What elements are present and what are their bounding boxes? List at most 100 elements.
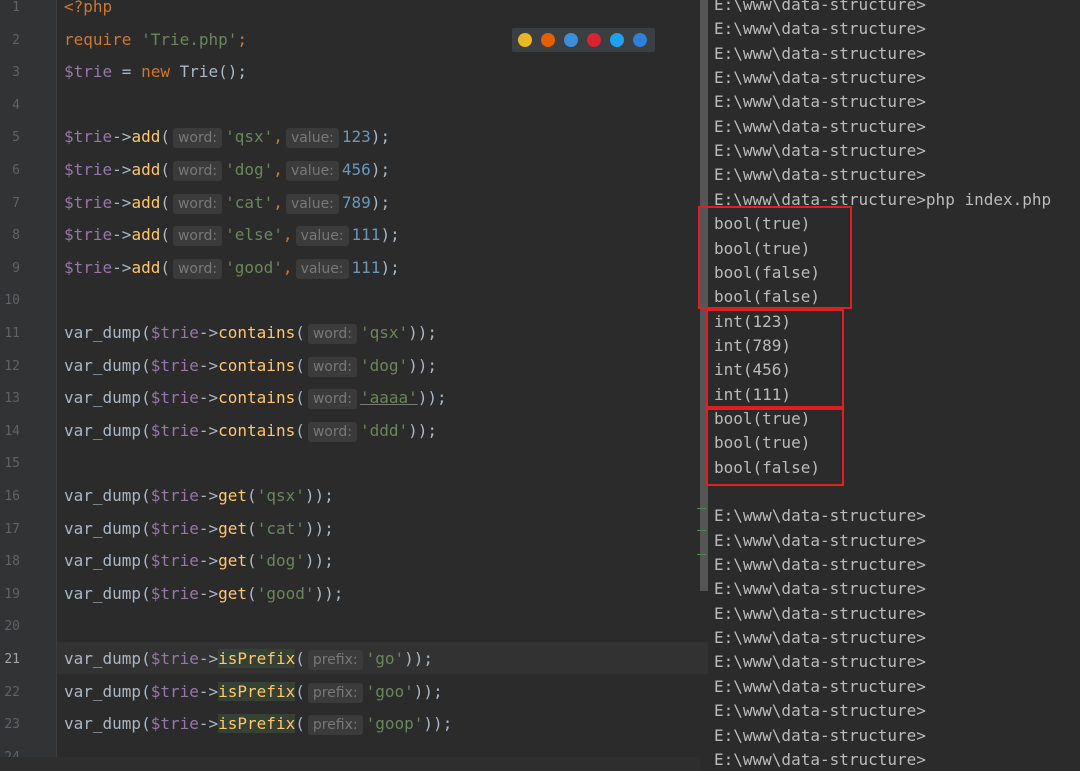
code-token: ( bbox=[141, 355, 151, 375]
code-token: $trie bbox=[150, 681, 199, 701]
code-token: var_dump bbox=[64, 649, 142, 668]
terminal-line: E:\www\data-structure> bbox=[714, 530, 926, 550]
code-token: ( bbox=[295, 681, 305, 701]
line-number: 16 bbox=[4, 489, 20, 504]
code-token: )); bbox=[304, 518, 334, 538]
line-number: 21 bbox=[4, 652, 20, 667]
parameter-hint: word: bbox=[307, 389, 357, 410]
code-token: var_dump bbox=[64, 323, 142, 342]
code-token: 'goo' bbox=[365, 681, 414, 701]
change-marker bbox=[697, 508, 706, 509]
code-token: var_dump bbox=[64, 681, 142, 701]
code-token: 'dog' bbox=[225, 160, 274, 179]
terminal-line: E:\www\data-structure> bbox=[714, 579, 926, 599]
code-line: $trie->add(word:'cat', value: 789); bbox=[64, 193, 390, 214]
line-number: 11 bbox=[4, 326, 20, 341]
terminal-panel[interactable]: E:\www\data-structure> E:\www\data-struct… bbox=[698, 0, 1080, 771]
code-token: $trie bbox=[150, 323, 199, 342]
code-token: $trie bbox=[64, 62, 113, 82]
code-token: ( bbox=[160, 257, 170, 277]
code-token: ( bbox=[141, 551, 151, 571]
terminal-line: E:\www\data-structure> bbox=[714, 19, 926, 39]
code-token: ( bbox=[141, 518, 151, 538]
code-token: ( bbox=[141, 583, 151, 603]
code-token: ( bbox=[247, 518, 257, 538]
terminal-line: E:\www\data-structure> bbox=[714, 628, 926, 648]
line-number: 10 bbox=[4, 293, 20, 309]
code-token: ( bbox=[160, 192, 170, 212]
opera-icon[interactable] bbox=[587, 33, 601, 47]
code-line: var_dump($trie->get('qsx')); bbox=[64, 486, 334, 506]
line-number: 12 bbox=[4, 358, 20, 374]
code-line: var_dump($trie->isPrefix(prefix:'go')); bbox=[64, 649, 433, 670]
method-name: get bbox=[218, 551, 248, 571]
parameter-hint: word: bbox=[307, 356, 357, 377]
line-number: 3 bbox=[12, 65, 20, 81]
line-number-gutter: 123456789101112131415161718192021222324 bbox=[0, 0, 56, 771]
code-token: , bbox=[282, 225, 293, 245]
ie-icon[interactable] bbox=[610, 33, 624, 47]
code-line: require 'Trie.php'; bbox=[64, 30, 247, 50]
method-name: contains bbox=[218, 355, 296, 375]
code-token: -> bbox=[198, 551, 219, 571]
code-line: var_dump($trie->isPrefix(prefix:'goop'))… bbox=[64, 714, 453, 736]
code-line: var_dump($trie->contains(word:'ddd')); bbox=[64, 421, 437, 442]
code-token: ( bbox=[295, 714, 305, 734]
terminal-line: E:\www\data-structure> bbox=[714, 116, 926, 136]
code-token: -> bbox=[198, 323, 219, 342]
code-line: var_dump($trie->get('dog')); bbox=[64, 551, 334, 571]
safari-icon[interactable] bbox=[564, 33, 578, 47]
code-token: )); bbox=[413, 681, 443, 701]
line-number: 6 bbox=[12, 163, 20, 178]
code-line: var_dump($trie->isPrefix(prefix:'goo')); bbox=[64, 681, 443, 703]
line-number: 17 bbox=[4, 521, 20, 537]
code-token: $trie bbox=[64, 225, 113, 245]
code-token: ( bbox=[141, 486, 151, 505]
terminal-line: E:\www\data-structure> bbox=[714, 652, 926, 672]
parameter-hint: word: bbox=[172, 193, 223, 214]
method-name: get bbox=[218, 518, 248, 538]
code-token: $trie bbox=[64, 192, 113, 212]
code-token: )); bbox=[423, 714, 453, 734]
highlight-box-get bbox=[706, 309, 844, 408]
code-token: ( bbox=[141, 420, 151, 440]
code-token: ; bbox=[237, 29, 248, 49]
code-line: $trie = new Trie(); bbox=[64, 62, 247, 82]
code-token: ); bbox=[380, 225, 400, 245]
code-token: ( bbox=[141, 388, 151, 408]
code-line: var_dump($trie->contains(word:'qsx')); bbox=[64, 323, 437, 344]
parameter-hint: word: bbox=[307, 324, 357, 344]
code-token: $trie bbox=[150, 714, 199, 734]
parameter-hint: word: bbox=[172, 226, 223, 247]
code-line: var_dump($trie->get('cat')); bbox=[64, 519, 334, 539]
code-token: 'good' bbox=[256, 583, 315, 603]
line-number: 15 bbox=[4, 456, 20, 472]
parameter-hint: word: bbox=[307, 421, 357, 442]
line-number: 22 bbox=[4, 684, 20, 700]
code-token: 111 bbox=[351, 257, 381, 277]
code-token: var_dump bbox=[64, 551, 142, 571]
edge-icon[interactable] bbox=[633, 33, 647, 47]
code-token: 'Trie.php' bbox=[141, 29, 238, 49]
code-token: 'qsx' bbox=[256, 486, 305, 505]
code-token: )); bbox=[304, 486, 334, 505]
method-name: isPrefix bbox=[218, 649, 296, 668]
code-line: $trie->add(word:'else', value: 111); bbox=[64, 225, 400, 247]
terminal-line: E:\www\data-structure> bbox=[714, 555, 926, 575]
code-token: ( bbox=[295, 355, 305, 375]
code-token: ( bbox=[160, 160, 170, 179]
code-token: -> bbox=[198, 388, 219, 408]
code-token: 'good' bbox=[225, 257, 283, 277]
code-editor[interactable]: 123456789101112131415161718192021222324 … bbox=[0, 0, 708, 771]
parameter-hint: value: bbox=[285, 128, 339, 149]
firefox-icon[interactable] bbox=[541, 33, 555, 47]
chrome-icon[interactable] bbox=[518, 33, 532, 47]
code-token: 'go' bbox=[365, 649, 405, 668]
code-token: 123 bbox=[341, 127, 371, 147]
code-token: $trie bbox=[150, 649, 199, 668]
change-marker bbox=[697, 554, 706, 555]
code-token: $trie bbox=[150, 420, 199, 440]
terminal-line: E:\www\data-structure> bbox=[714, 43, 926, 63]
terminal-line: E:\www\data-structure> bbox=[714, 701, 926, 721]
code-token: 'ddd' bbox=[359, 420, 409, 440]
